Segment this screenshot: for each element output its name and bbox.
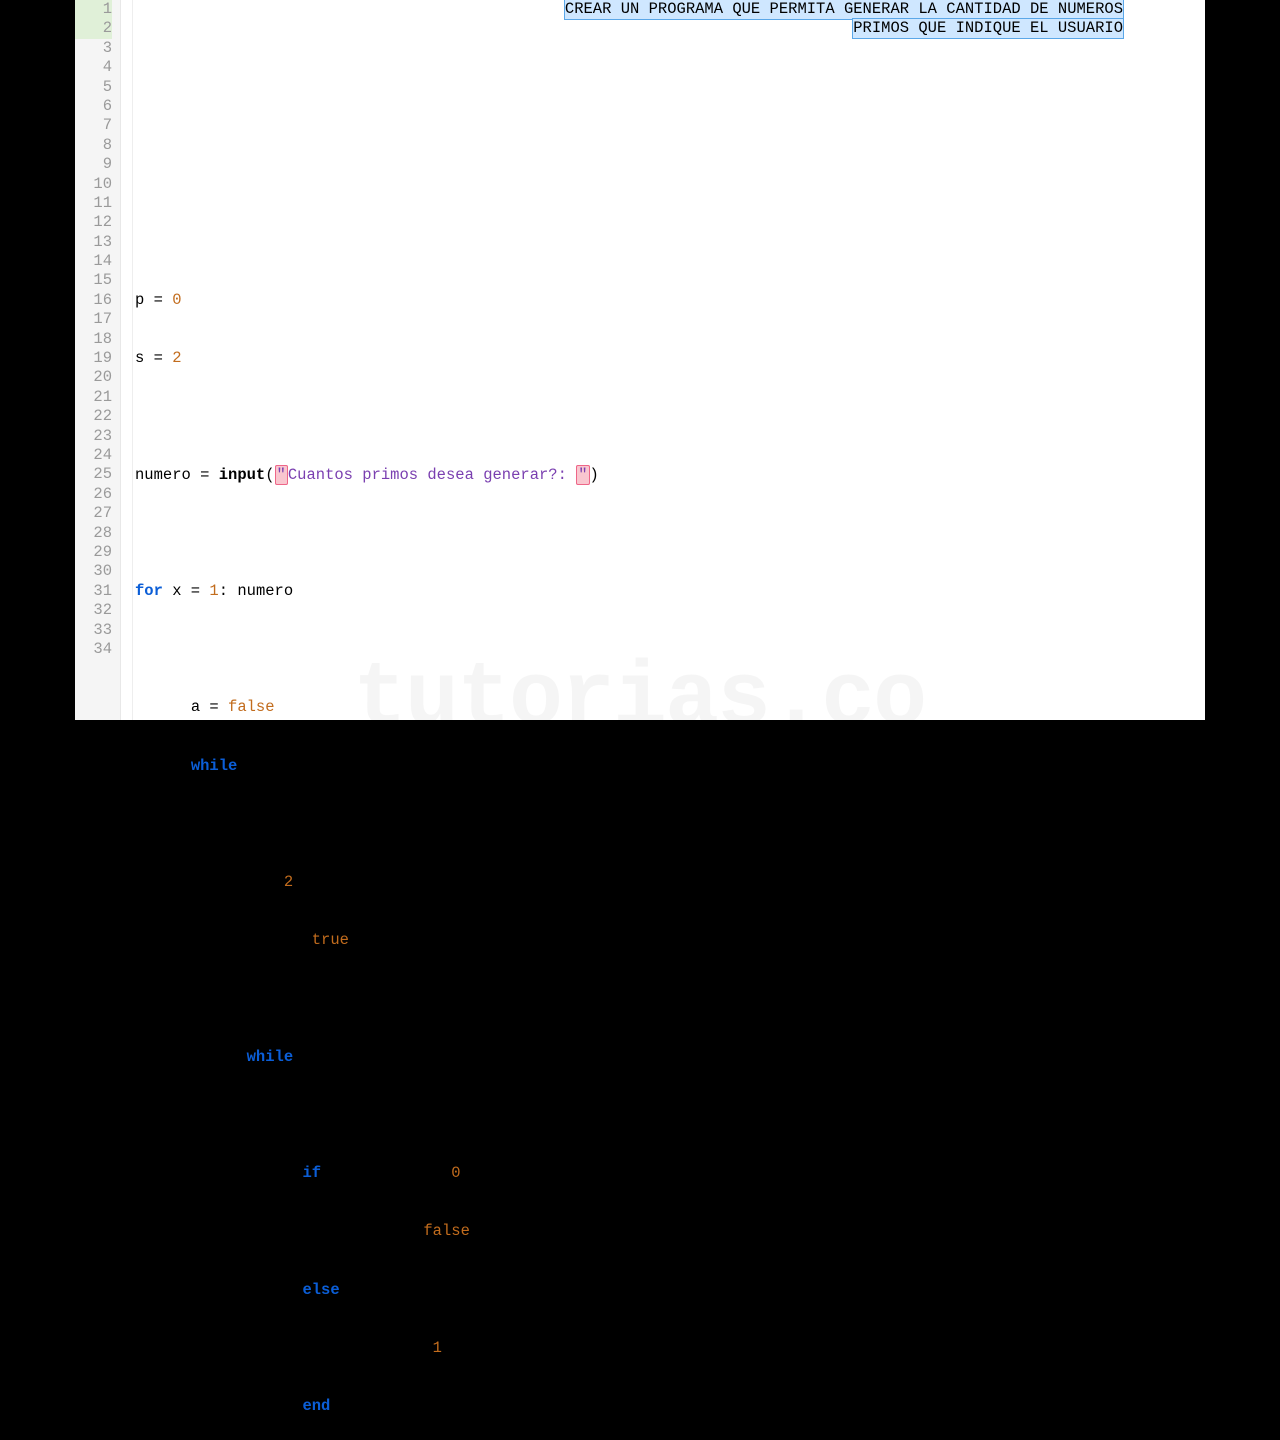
line-number: 18	[75, 330, 112, 349]
selected-comment-line-1[interactable]: CREAR UN PROGRAMA QUE PERMITA GENERAR LA…	[565, 0, 1123, 19]
line-number: 8	[75, 136, 112, 155]
code-line	[135, 233, 1205, 252]
line-number: 26	[75, 485, 112, 504]
line-number: 32	[75, 601, 112, 620]
line-number: 10	[75, 175, 112, 194]
line-number: 23	[75, 427, 112, 446]
line-number: 16	[75, 291, 112, 310]
line-number: 5	[75, 78, 112, 97]
line-number: 11	[75, 194, 112, 213]
code-line: end	[135, 1397, 1205, 1416]
code-area[interactable]: CREAR UN PROGRAMA QUE PERMITA GENERAR LA…	[133, 0, 1205, 720]
line-number: 13	[75, 233, 112, 252]
code-line: s = 2	[135, 349, 1205, 368]
line-number: 12	[75, 213, 112, 232]
code-line: for x = 1: numero	[135, 582, 1205, 601]
line-number: 15	[75, 271, 112, 290]
code-line	[135, 1106, 1205, 1125]
line-number: 21	[75, 388, 112, 407]
code-line: while( band & (m < s) )	[135, 1048, 1205, 1067]
line-number: 17	[75, 310, 112, 329]
line-number: 31	[75, 582, 112, 601]
line-number: 24	[75, 446, 112, 465]
line-number: 28	[75, 524, 112, 543]
line-number: 29	[75, 543, 112, 562]
code-line	[135, 524, 1205, 543]
line-number: 9	[75, 155, 112, 174]
code-line	[135, 989, 1205, 1008]
gutter-divider	[121, 0, 133, 720]
line-number: 3	[75, 39, 112, 58]
code-line	[135, 640, 1205, 659]
line-number: 20	[75, 368, 112, 387]
line-number: 4	[75, 58, 112, 77]
line-number: 22	[75, 407, 112, 426]
line-number: 19	[75, 349, 112, 368]
code-line: numero = input("Cuantos primos desea gen…	[135, 466, 1205, 485]
code-line	[135, 407, 1205, 426]
selected-comment-line-2[interactable]: PRIMOS QUE INDIQUE EL USUARIO	[853, 19, 1123, 38]
line-number: 27	[75, 504, 112, 523]
line-number: 2	[75, 19, 112, 38]
line-number: 25	[75, 465, 112, 484]
code-line: a = false	[135, 698, 1205, 717]
code-line: if(mod(s, m) == 0)	[135, 1164, 1205, 1183]
code-line: band = true	[135, 931, 1205, 950]
code-line	[135, 116, 1205, 135]
code-editor[interactable]: 1234567891011121314151617181920212223242…	[75, 0, 1205, 720]
line-number-gutter: 1234567891011121314151617181920212223242…	[75, 0, 121, 720]
code-line: p = 0	[135, 291, 1205, 310]
line-number: 30	[75, 562, 112, 581]
line-number: 1	[75, 0, 112, 19]
code-line: band = false	[135, 1222, 1205, 1241]
code-line: while(~a)	[135, 757, 1205, 776]
code-line	[135, 815, 1205, 834]
line-number: 33	[75, 621, 112, 640]
line-number: 14	[75, 252, 112, 271]
line-number: 34	[75, 640, 112, 659]
code-line: else	[135, 1281, 1205, 1300]
code-line	[135, 175, 1205, 194]
line-number: 6	[75, 97, 112, 116]
code-line: m = m + 1	[135, 1339, 1205, 1358]
code-line: m = 2	[135, 873, 1205, 892]
line-number: 7	[75, 116, 112, 135]
